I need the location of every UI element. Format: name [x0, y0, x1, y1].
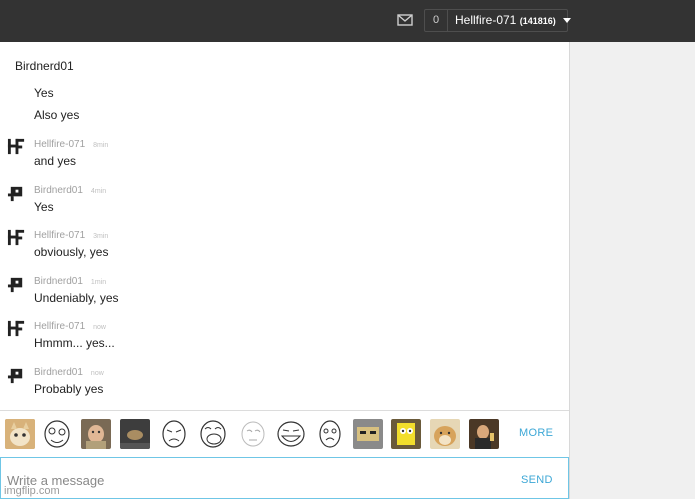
derp-face-icon[interactable] [42, 419, 72, 449]
message-time: 4min [90, 188, 107, 195]
bird-avatar-icon[interactable] [7, 366, 26, 385]
caret-down-icon[interactable] [563, 18, 572, 24]
bird-avatar-icon[interactable] [7, 275, 26, 294]
message-text: Undeniably, yes [34, 291, 119, 305]
message-time: 8min [93, 142, 109, 149]
watermark: imgflip.com [4, 485, 60, 497]
username: Hellfire-071 [455, 13, 517, 27]
message-meta: Hellfire-071 3min [34, 230, 108, 241]
okay-face-icon[interactable] [237, 419, 267, 449]
message-text: Hmmm... yes... [34, 336, 115, 350]
message-meta: Birdnerd01 now [34, 367, 104, 378]
message-text: Yes [34, 200, 54, 214]
pigeon-meme-icon[interactable] [120, 419, 150, 449]
message-meta: Hellfire-071 8min [34, 139, 108, 150]
notification-count[interactable]: 0 [425, 10, 448, 31]
message-time: now [90, 370, 104, 377]
sad-face-icon[interactable] [159, 419, 189, 449]
message-time: now [93, 324, 106, 331]
success-kid-icon[interactable] [81, 419, 111, 449]
message-author[interactable]: Birdnerd01 [34, 367, 83, 378]
message-text: Also yes [34, 108, 80, 122]
user-points: (141816) [519, 16, 556, 26]
message-meta: Hellfire-071 now [34, 321, 106, 332]
doge-icon[interactable] [430, 419, 460, 449]
hf-avatar-icon[interactable] [7, 228, 26, 247]
chat-messages[interactable]: Birdnerd01 Yes Also yes Hellfire-071 8min… [0, 42, 569, 410]
message-text: Probably yes [34, 382, 104, 396]
message-input[interactable] [7, 471, 487, 489]
message-text: and yes [34, 154, 77, 168]
message-author[interactable]: Hellfire-071 [34, 230, 85, 241]
message-time: 3min [93, 233, 109, 240]
composer: SEND [0, 457, 569, 499]
divider [569, 42, 570, 499]
message-author[interactable]: Hellfire-071 [34, 139, 85, 150]
toast-man-icon[interactable] [469, 419, 499, 449]
message-author[interactable]: Birdnerd01 [34, 276, 83, 287]
message-time: 1min [90, 279, 107, 286]
message-meta: Birdnerd01 1min [34, 276, 106, 287]
more-button[interactable]: MORE [519, 427, 553, 439]
hf-avatar-icon[interactable] [7, 319, 26, 338]
message-text: obviously, yes [34, 245, 109, 259]
message-author: Birdnerd01 [15, 59, 74, 73]
emoji-bar: MORE [0, 410, 569, 457]
mail-icon[interactable] [397, 13, 413, 27]
message-meta: Birdnerd01 4min [34, 185, 106, 196]
laughing-face-icon[interactable] [198, 419, 228, 449]
spongebob-icon[interactable] [391, 419, 421, 449]
top-bar: 0 Hellfire-071 (141816) [0, 0, 695, 42]
hf-avatar-icon[interactable] [7, 137, 26, 156]
message-author[interactable]: Birdnerd01 [34, 185, 83, 196]
grumpy-dog-icon[interactable] [353, 419, 383, 449]
troll-face-icon[interactable] [276, 419, 306, 449]
send-button[interactable]: SEND [521, 474, 553, 486]
right-panel [570, 42, 695, 499]
message-text: Yes [34, 86, 54, 100]
user-menu[interactable]: 0 Hellfire-071 (141816) [424, 9, 572, 32]
rage-face-icon[interactable] [315, 419, 345, 449]
cat-meme-icon[interactable] [5, 419, 35, 449]
message-author[interactable]: Hellfire-071 [34, 321, 85, 332]
bird-avatar-icon[interactable] [7, 184, 26, 203]
